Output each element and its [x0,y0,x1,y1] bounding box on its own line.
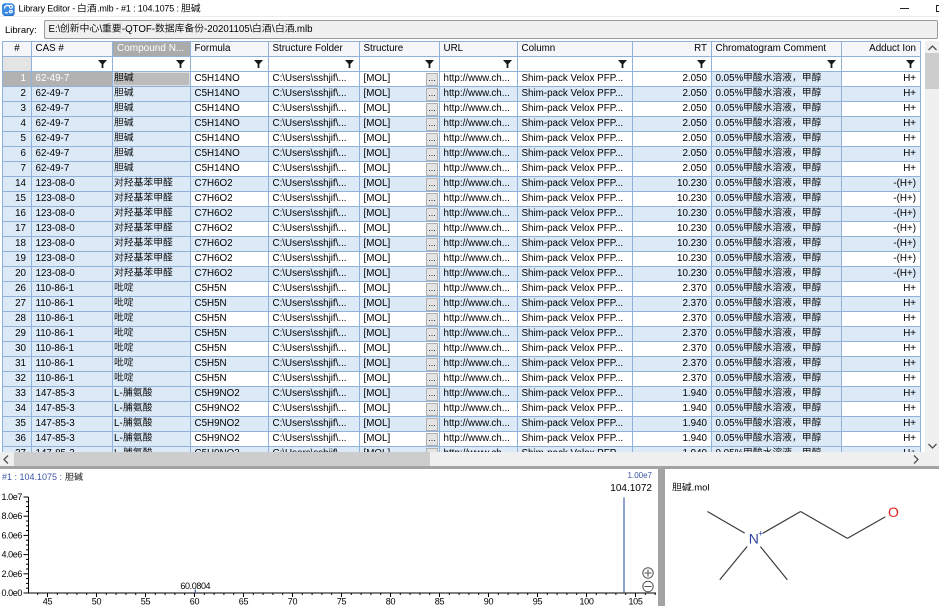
svg-text:50: 50 [92,597,102,606]
svg-text:60.0804: 60.0804 [180,581,210,591]
svg-text:65: 65 [239,597,249,606]
svg-text:85: 85 [435,597,445,606]
svg-text:O: O [888,504,899,520]
svg-text:4.0e6: 4.0e6 [1,550,22,560]
svg-text:1.0e7: 1.0e7 [1,492,22,502]
svg-text:60: 60 [190,597,200,606]
svg-text:8.0e6: 8.0e6 [1,511,22,521]
svg-text:0.0e0: 0.0e0 [1,588,22,598]
svg-text:90: 90 [484,597,494,606]
svg-text:75: 75 [337,597,347,606]
svg-text:95: 95 [533,597,543,606]
svg-text:6.0e6: 6.0e6 [1,530,22,540]
svg-text:+: + [758,528,763,538]
svg-text:55: 55 [141,597,151,606]
svg-text:45: 45 [43,597,53,606]
svg-text:70: 70 [288,597,298,606]
svg-text:105: 105 [628,597,642,606]
svg-text:80: 80 [386,597,396,606]
svg-text:2.0e6: 2.0e6 [1,569,22,579]
svg-text:100: 100 [579,597,593,606]
